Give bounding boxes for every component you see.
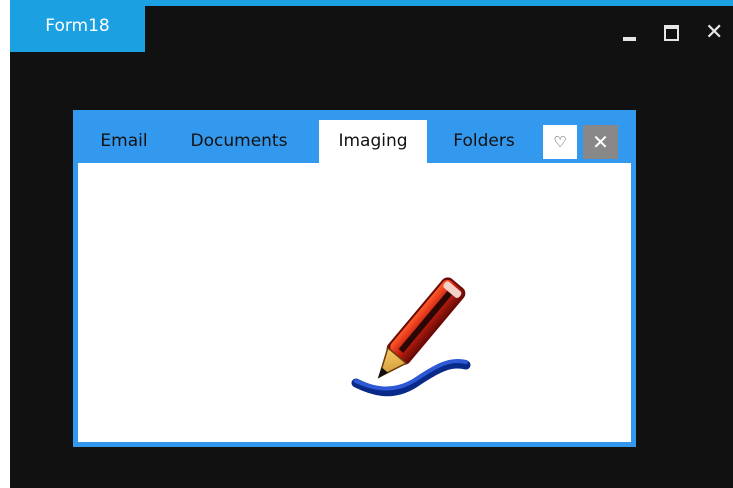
tab-documents[interactable]: Documents xyxy=(173,120,305,163)
pencil-icon xyxy=(351,277,471,397)
minimize-icon[interactable] xyxy=(621,24,639,42)
tab-strip: Email Documents Imaging Folders ♡ ✕ xyxy=(73,110,636,163)
form-window: Form18 ✕ Email Documents Imaging Folders… xyxy=(10,0,733,488)
window-title: Form18 xyxy=(10,6,145,52)
favorite-heart-icon[interactable]: ♡ xyxy=(543,125,577,159)
maximize-icon[interactable] xyxy=(663,24,681,42)
tab-folders[interactable]: Folders xyxy=(433,120,535,163)
tab-control: Email Documents Imaging Folders ♡ ✕ xyxy=(73,110,636,447)
tab-imaging[interactable]: Imaging xyxy=(319,120,427,163)
tab-page-imaging xyxy=(78,163,631,442)
close-icon[interactable]: ✕ xyxy=(705,22,723,44)
tab-email[interactable]: Email xyxy=(81,120,167,163)
close-tab-button[interactable]: ✕ xyxy=(583,125,618,159)
window-controls: ✕ xyxy=(621,22,723,44)
